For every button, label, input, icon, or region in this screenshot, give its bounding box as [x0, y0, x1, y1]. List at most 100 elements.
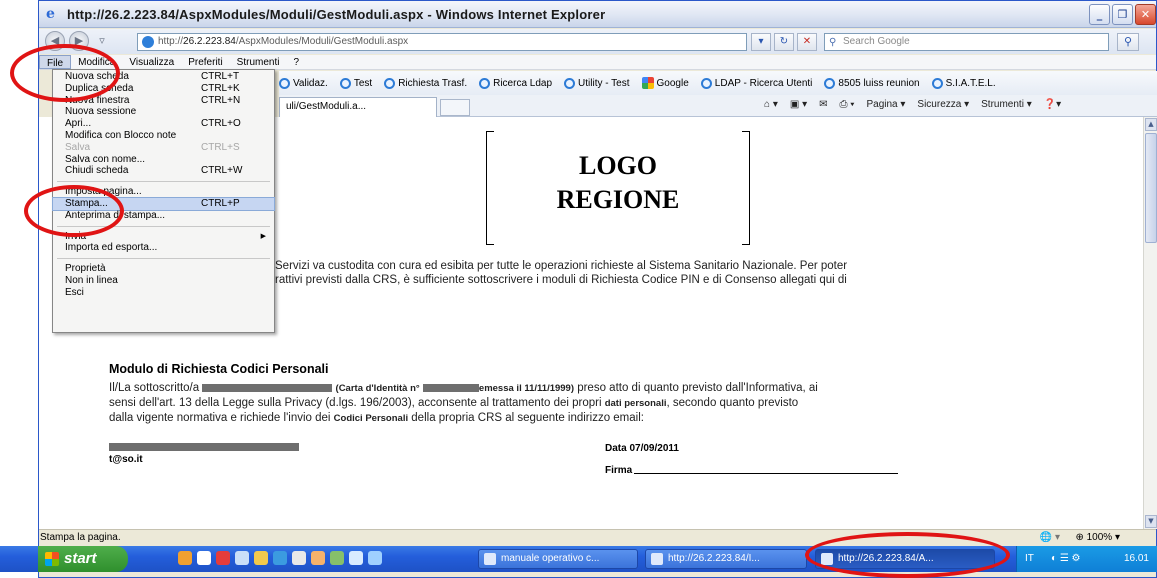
favorite-link[interactable]: LDAP - Ricerca Utenti	[700, 77, 812, 89]
quicklaunch-app-icon[interactable]	[368, 551, 382, 565]
tab-current[interactable]: uli/GestModuli.a...	[279, 97, 437, 117]
search-button[interactable]: ⚲	[1117, 33, 1139, 51]
quicklaunch-app-icon[interactable]	[311, 551, 325, 565]
menu-item-blocco-note[interactable]: Modifica con Blocco note	[53, 130, 274, 142]
history-dropdown-icon[interactable]: ▿	[95, 31, 109, 51]
intro-paragraph: Servizi va custodita con cura ed esibita…	[275, 259, 1075, 287]
menu-item-apri[interactable]: Apri... CTRL+O	[53, 118, 274, 130]
menu-item-duplica-scheda[interactable]: Duplica scheda CTRL+K	[53, 83, 274, 95]
quicklaunch-app-icon[interactable]	[216, 551, 230, 565]
menu-item-label: Duplica scheda	[65, 82, 134, 94]
favorite-label: Richiesta Trasf.	[398, 77, 468, 89]
protected-mode-icon[interactable]: 🌐 ▾	[1040, 530, 1060, 545]
feeds-icon[interactable]: ▣ ▾	[790, 99, 807, 110]
bold-term: dati personali	[604, 398, 667, 409]
menu-modifica[interactable]: Modifica	[71, 55, 122, 69]
bold-term: Codici Personali	[333, 413, 409, 424]
mail-icon[interactable]: ✉	[819, 99, 827, 110]
help-icon[interactable]: ❓▾	[1044, 99, 1061, 110]
menu-item-shortcut: CTRL+P	[201, 197, 240, 209]
menu-item-label: Chiudi scheda	[65, 165, 129, 177]
word-doc-icon	[484, 553, 496, 565]
redacted-id	[422, 383, 479, 392]
favorite-link[interactable]: Validaz.	[279, 77, 328, 89]
menu-item-anteprima-stampa[interactable]: Anteprima di stampa...	[53, 210, 274, 222]
scroll-thumb[interactable]	[1145, 133, 1157, 243]
menu-strumenti[interactable]: Strumenti	[230, 55, 287, 69]
menu-item-chiudi-scheda[interactable]: Chiudi scheda CTRL+W	[53, 165, 274, 177]
scroll-up-icon[interactable]: ▲	[1145, 118, 1157, 131]
menu-item-nuova-scheda[interactable]: Nuova scheda CTRL+T	[53, 71, 274, 83]
taskbar-item-ie-2[interactable]: http://26.2.223.84/A...	[815, 549, 995, 569]
zoom-level[interactable]: ⊕ 100% ▾	[1075, 530, 1120, 545]
taskbar-item-ie-1[interactable]: http://26.2.223.84/I...	[645, 549, 807, 569]
favorite-link[interactable]: Utility - Test	[564, 77, 630, 89]
menu-preferiti[interactable]: Preferiti	[181, 55, 229, 69]
search-input[interactable]: ⚲ Search Google	[824, 33, 1109, 51]
taskbar-item-word[interactable]: manuale operativo c...	[478, 549, 638, 569]
menu-item-invia[interactable]: Invia ▶	[53, 231, 274, 243]
issue-date: emessa il 11/11/1999)	[478, 383, 575, 394]
minimize-button[interactable]: _	[1089, 4, 1110, 25]
menu-item-proprieta[interactable]: Proprietà	[53, 263, 274, 275]
menu-file[interactable]: File	[39, 55, 72, 69]
quicklaunch-app-icon[interactable]	[292, 551, 306, 565]
favorite-link[interactable]: Richiesta Trasf.	[384, 77, 468, 89]
menu-visualizza[interactable]: Visualizza	[122, 55, 181, 69]
taskbar: start manuale operativo c... http://26.2…	[0, 546, 1157, 572]
quicklaunch-app-icon[interactable]	[254, 551, 268, 565]
new-tab-button[interactable]	[440, 99, 470, 116]
menu-separator	[57, 181, 270, 183]
menu-item-label: Salva	[65, 141, 91, 153]
menu-item-nuova-sessione[interactable]: Nuova sessione	[53, 106, 274, 118]
forward-icon[interactable]: ▶	[69, 31, 89, 51]
quicklaunch-app-icon[interactable]	[178, 551, 192, 565]
command-strumenti[interactable]: Strumenti ▾	[981, 99, 1032, 110]
menu-item-importa-esporta[interactable]: Importa ed esporta...	[53, 242, 274, 254]
favorite-link[interactable]: S.I.A.T.E.L.	[931, 77, 996, 89]
quicklaunch-app-icon[interactable]	[273, 551, 287, 565]
zoom-value: 100%	[1086, 532, 1113, 543]
favorite-label: 8505 luiss reunion	[838, 77, 920, 89]
menu-item-imposta-pagina[interactable]: Imposta pagina...	[53, 186, 274, 198]
quicklaunch-app-icon[interactable]	[235, 551, 249, 565]
home-icon[interactable]: ⌂ ▾	[764, 99, 778, 110]
module-body: Il/La sottoscritto/a (Carta d'Identità n…	[109, 381, 1109, 426]
quicklaunch-app-icon[interactable]	[349, 551, 363, 565]
favorite-link[interactable]: 8505 luiss reunion	[824, 77, 920, 89]
print-icon[interactable]: ⎙ ▾	[839, 99, 854, 110]
command-sicurezza[interactable]: Sicurezza ▾	[917, 99, 969, 110]
menu-item-nuova-finestra[interactable]: Nuova finestra CTRL+N	[53, 95, 274, 107]
stop-icon[interactable]: ✕	[797, 33, 817, 51]
menu-item-non-in-linea[interactable]: Non in linea	[53, 275, 274, 287]
address-dropdown-icon[interactable]: ▾	[751, 33, 771, 51]
language-indicator[interactable]: IT	[1025, 546, 1034, 572]
quicklaunch-app-icon[interactable]	[330, 551, 344, 565]
menu-item-salva-con-nome[interactable]: Salva con nome...	[53, 154, 274, 166]
clock[interactable]: 16.01	[1124, 546, 1149, 572]
refresh-icon[interactable]: ↻	[774, 33, 794, 51]
window-title: http://26.2.223.84/AspxModules/Moduli/Ge…	[67, 7, 606, 22]
tray-icons[interactable]: ◐ ☰ ⚙	[1051, 546, 1081, 572]
address-bar[interactable]: http://26.2.223.84/AspxModules/Moduli/Ge…	[137, 33, 747, 51]
scroll-down-icon[interactable]: ▼	[1145, 515, 1157, 528]
close-button[interactable]: ✕	[1135, 4, 1156, 25]
command-pagina[interactable]: Pagina ▾	[866, 99, 905, 110]
favorite-link[interactable]: Test	[339, 77, 372, 89]
applicant-block: t@so.it	[109, 442, 299, 466]
favorite-link[interactable]: Ricerca Ldap	[479, 77, 552, 89]
menu-item-shortcut: CTRL+S	[201, 141, 240, 153]
ie-page-icon	[931, 77, 943, 89]
restore-button[interactable]: ❐	[1112, 4, 1133, 25]
ie-page-icon	[564, 77, 576, 89]
menu-separator	[57, 258, 270, 260]
back-icon[interactable]: ◀	[45, 31, 65, 51]
title-bar[interactable]: e http://26.2.223.84/AspxModules/Moduli/…	[39, 1, 1156, 28]
start-button[interactable]: start	[38, 546, 128, 572]
favorite-link[interactable]: Google	[641, 77, 689, 89]
menu-item-esci[interactable]: Esci	[53, 287, 274, 299]
menu-item-stampa[interactable]: Stampa... CTRL+P	[52, 196, 275, 211]
vertical-scrollbar[interactable]: ▲ ▼	[1143, 117, 1157, 529]
menu-help[interactable]: ?	[286, 55, 306, 69]
quicklaunch-app-icon[interactable]	[197, 551, 211, 565]
